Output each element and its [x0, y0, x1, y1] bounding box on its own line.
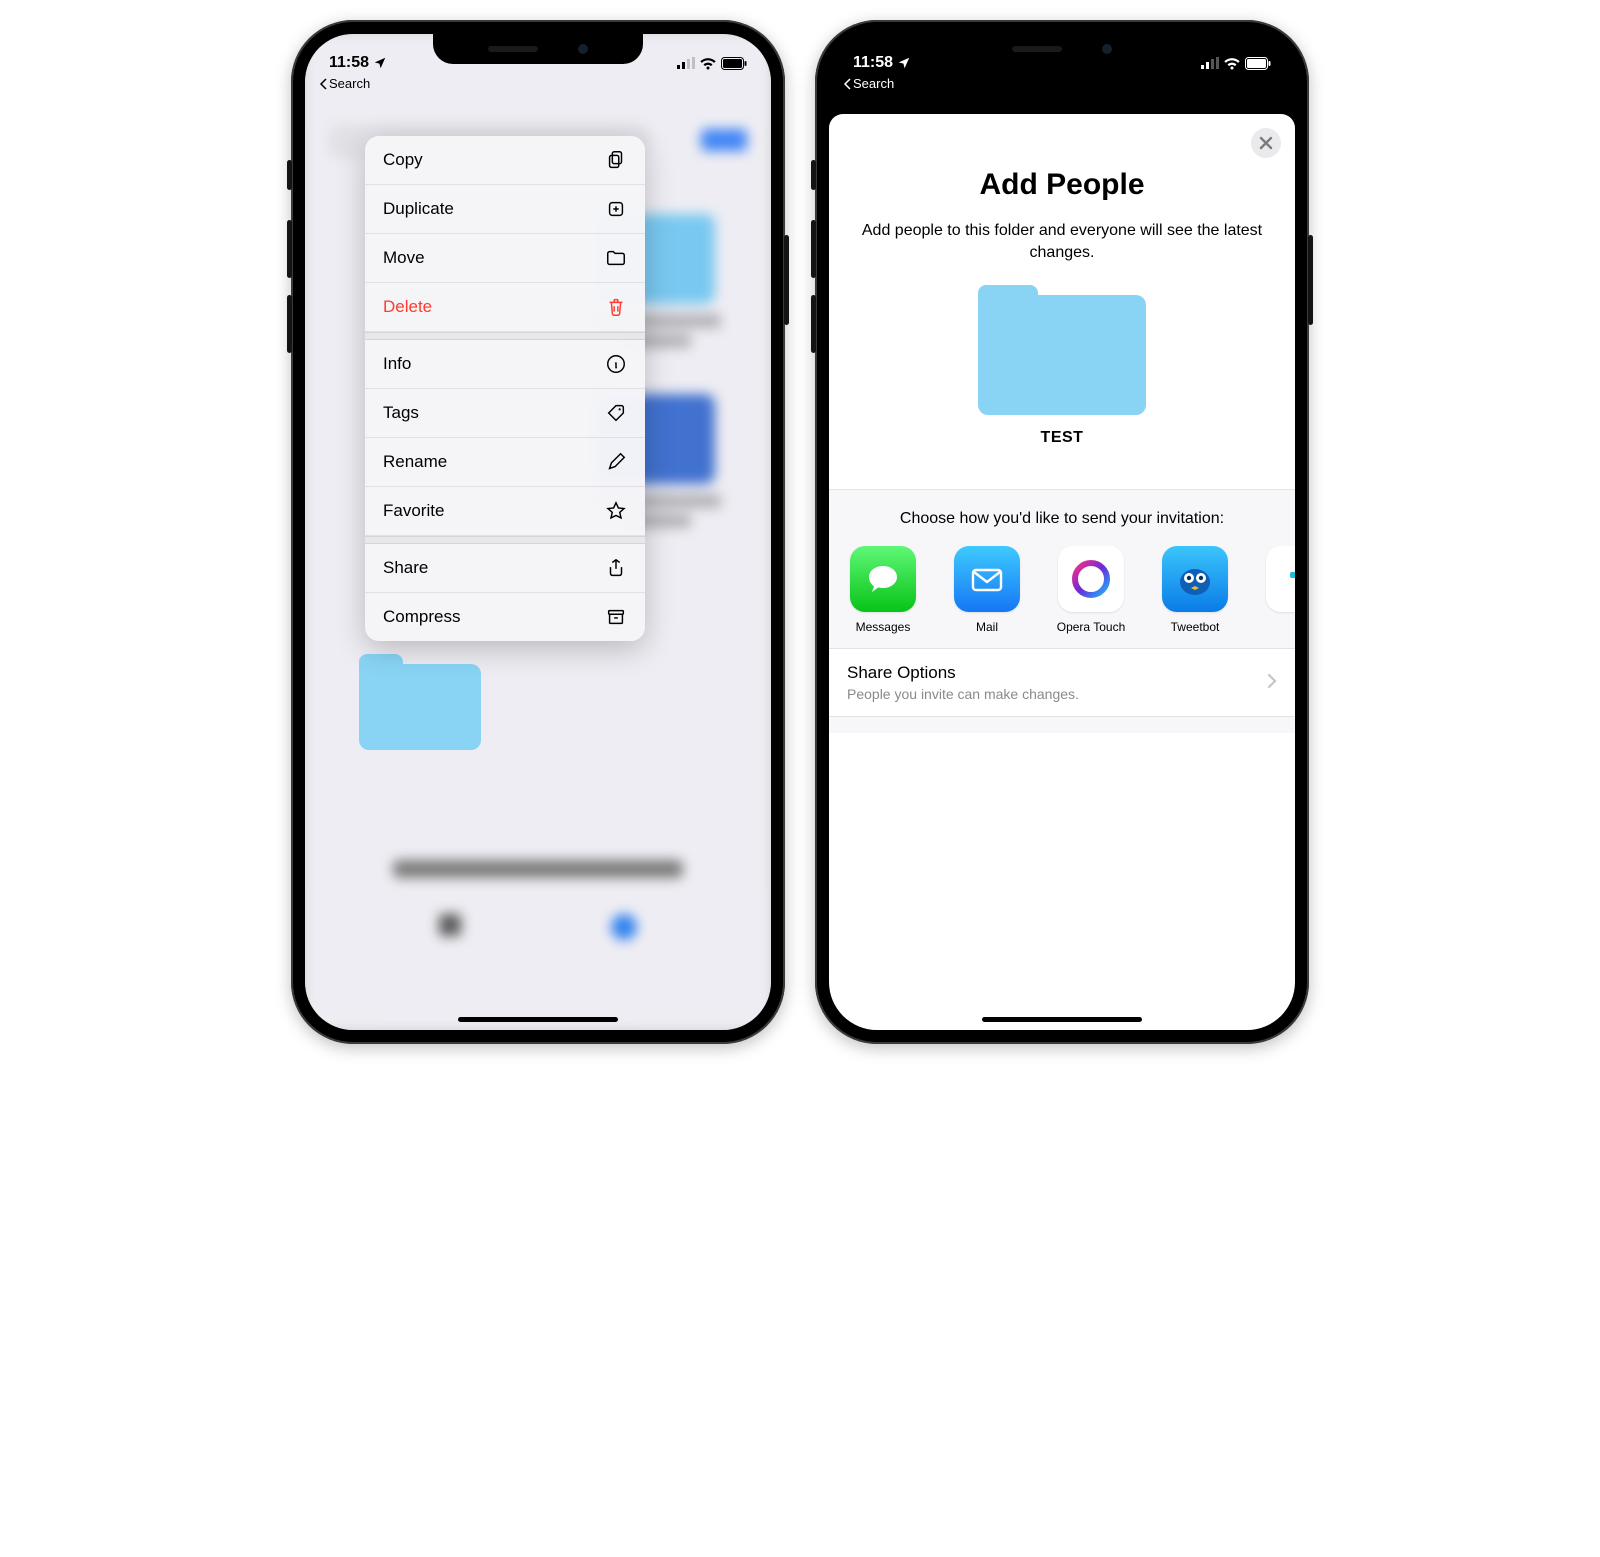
- close-button[interactable]: [1251, 128, 1281, 158]
- notch: [433, 34, 643, 64]
- messages-icon: [850, 546, 916, 612]
- sheet-title: Add People: [859, 168, 1265, 202]
- menu-label: Info: [383, 354, 411, 374]
- menu-info[interactable]: Info: [365, 340, 645, 389]
- home-indicator[interactable]: [982, 1017, 1142, 1022]
- share-sheet: Add People Add people to this folder and…: [829, 114, 1295, 1030]
- menu-label: Favorite: [383, 501, 444, 521]
- app-label: Mail: [976, 620, 998, 634]
- menu-move[interactable]: Move: [365, 234, 645, 283]
- back-label: Search: [853, 76, 894, 91]
- menu-label: Rename: [383, 452, 447, 472]
- menu-favorite[interactable]: Favorite: [365, 487, 645, 536]
- status-time: 11:58: [329, 54, 369, 72]
- sheet-folder: TEST: [859, 285, 1265, 447]
- opera-icon: [1058, 546, 1124, 612]
- share-section: Choose how you'd like to send your invit…: [829, 489, 1295, 733]
- folder-icon: [605, 247, 627, 269]
- menu-compress[interactable]: Compress: [365, 593, 645, 641]
- close-icon: [1259, 136, 1273, 150]
- menu-tags[interactable]: Tags: [365, 389, 645, 438]
- side-button: [287, 160, 292, 190]
- star-icon: [605, 500, 627, 522]
- share-options-row[interactable]: Share Options People you invite can make…: [829, 648, 1295, 717]
- location-icon: [897, 56, 911, 70]
- back-label: Search: [329, 76, 370, 91]
- back-to-search[interactable]: Search: [843, 76, 894, 91]
- menu-label: Duplicate: [383, 199, 454, 219]
- phone-right: 11:58 Search: [815, 20, 1309, 1044]
- trash-icon: [605, 296, 627, 318]
- menu-label: Tags: [383, 403, 419, 423]
- chevron-right-icon: [1267, 669, 1277, 695]
- folder-icon: [978, 285, 1146, 415]
- menu-label: Delete: [383, 297, 432, 317]
- app-label: Tweetbot: [1171, 620, 1220, 634]
- menu-duplicate[interactable]: Duplicate: [365, 185, 645, 234]
- battery-icon: [1245, 57, 1271, 70]
- menu-label: Copy: [383, 150, 423, 170]
- side-button: [811, 160, 816, 190]
- sheet-header: Add People Add people to this folder and…: [829, 114, 1295, 489]
- duplicate-icon: [605, 198, 627, 220]
- archive-icon: [605, 606, 627, 628]
- share-app-opera[interactable]: Opera Touch: [1053, 546, 1129, 634]
- menu-rename[interactable]: Rename: [365, 438, 645, 487]
- side-button: [1308, 235, 1313, 325]
- side-button: [811, 295, 816, 353]
- menu-separator: [365, 332, 645, 340]
- signal-icon: [677, 57, 695, 69]
- menu-share[interactable]: Share: [365, 544, 645, 593]
- menu-delete[interactable]: Delete: [365, 283, 645, 332]
- side-button: [811, 220, 816, 278]
- side-button: [287, 295, 292, 353]
- copy-icon: [605, 149, 627, 171]
- location-icon: [373, 56, 387, 70]
- wifi-icon: [1223, 57, 1241, 70]
- selected-folder[interactable]: [359, 654, 481, 750]
- menu-label: Move: [383, 248, 425, 268]
- menu-label: Compress: [383, 607, 460, 627]
- share-app-mail[interactable]: Mail: [949, 546, 1025, 634]
- share-options-subtitle: People you invite can make changes.: [847, 686, 1079, 702]
- context-menu: Copy Duplicate Move Delete Info Tags: [365, 136, 645, 641]
- wifi-icon: [699, 57, 717, 70]
- info-icon: [605, 353, 627, 375]
- side-button: [784, 235, 789, 325]
- app-icon: [1266, 546, 1295, 612]
- notch: [957, 34, 1167, 64]
- share-app-messages[interactable]: Messages: [845, 546, 921, 634]
- pencil-icon: [605, 451, 627, 473]
- status-time: 11:58: [853, 54, 893, 72]
- side-button: [287, 220, 292, 278]
- tag-icon: [605, 402, 627, 424]
- share-app-more[interactable]: [1261, 546, 1295, 634]
- phone-left: 11:58 Search: [291, 20, 785, 1044]
- mail-icon: [954, 546, 1020, 612]
- battery-icon: [721, 57, 747, 70]
- menu-copy[interactable]: Copy: [365, 136, 645, 185]
- back-to-search[interactable]: Search: [319, 76, 370, 91]
- home-indicator[interactable]: [458, 1017, 618, 1022]
- menu-separator: [365, 536, 645, 544]
- folder-name: TEST: [1041, 429, 1084, 447]
- screen-left: 11:58 Search: [305, 34, 771, 1030]
- share-caption: Choose how you'd like to send your invit…: [829, 510, 1295, 528]
- app-label: Opera Touch: [1057, 620, 1126, 634]
- share-options-title: Share Options: [847, 663, 1079, 683]
- share-app-row[interactable]: Messages Mail: [829, 546, 1295, 634]
- share-icon: [605, 557, 627, 579]
- menu-label: Share: [383, 558, 428, 578]
- screen-right: 11:58 Search: [829, 34, 1295, 1030]
- signal-icon: [1201, 57, 1219, 69]
- share-app-tweetbot[interactable]: Tweetbot: [1157, 546, 1233, 634]
- tweetbot-icon: [1162, 546, 1228, 612]
- app-label: Messages: [856, 620, 911, 634]
- sheet-subtitle: Add people to this folder and everyone w…: [859, 220, 1265, 265]
